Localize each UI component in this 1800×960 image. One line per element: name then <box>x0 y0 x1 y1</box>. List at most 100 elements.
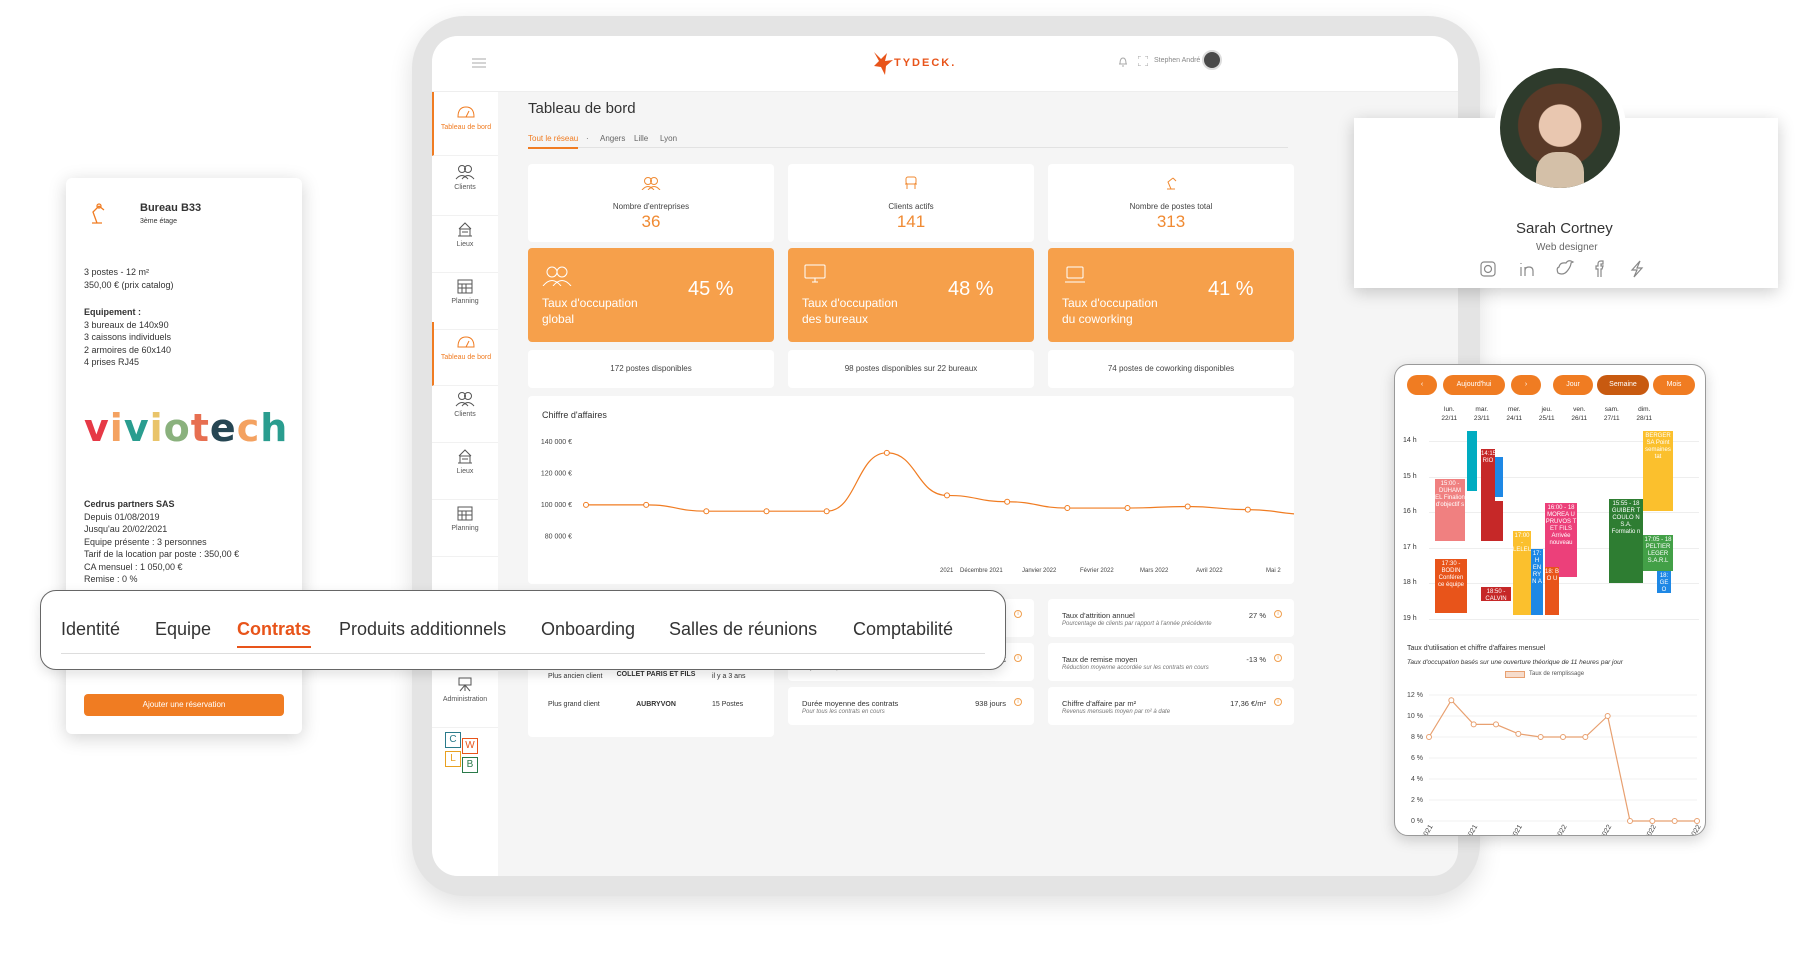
day-name: mer. <box>1507 406 1521 413</box>
sidebar-item-clients[interactable]: Clients <box>432 152 498 216</box>
tab-onboarding[interactable]: Onboarding <box>541 619 635 640</box>
tab-lyon[interactable]: Lyon <box>660 134 677 143</box>
metric-title: Taux de remise moyen <box>1062 655 1138 664</box>
available-seats-global: 172 postes disponibles <box>528 350 774 388</box>
sidebar-item-label: Administration <box>442 696 488 703</box>
stat-label: Clients actifs <box>888 202 934 211</box>
info-icon[interactable]: i <box>1274 610 1282 618</box>
occupancy-card-offices: Taux d'occupation des bureaux 48 % <box>788 248 1034 342</box>
usage-point <box>1448 697 1455 704</box>
bell-icon[interactable] <box>1118 56 1128 67</box>
sidebar-item-planning-2[interactable]: Planning <box>432 493 498 557</box>
tab-contrats[interactable]: Contrats <box>237 619 312 648</box>
sidebar: Tableau de bord Clients Lieux Planning Table… <box>432 92 498 876</box>
equipment-title: Equipement : <box>84 307 142 317</box>
info-extra: 15 Postes <box>712 701 744 708</box>
metric-title: Chiffre d'affaire par m² <box>1062 699 1137 708</box>
day-date: 28/11 <box>1636 415 1653 422</box>
occupancy-label-2: du coworking <box>1062 312 1133 326</box>
occupancy-value: 48 % <box>948 278 994 300</box>
occupancy-card-coworking: Taux d'occupation du coworking 41 % <box>1048 248 1294 342</box>
client-logo-text: viviotech <box>84 406 288 450</box>
usage-point <box>1627 818 1633 824</box>
sidebar-item-administration[interactable]: Administration <box>432 664 498 728</box>
calendar-event[interactable]: 18: B O U <box>1545 567 1559 615</box>
calendar-event[interactable]: 18:50 - CALVIN <box>1481 587 1511 601</box>
x-tick-label: 2022 <box>1599 824 1613 836</box>
day-date: 24/11 <box>1506 415 1523 422</box>
sidebar-item-places-2[interactable]: Lieux <box>432 436 498 500</box>
x-tick-label: 2022 <box>1689 824 1703 836</box>
tab-angers[interactable]: Angers <box>600 134 625 143</box>
monitor-icon <box>804 264 826 283</box>
sidebar-item-label: Tableau de bord <box>440 124 492 131</box>
day-name: mar. <box>1475 406 1489 413</box>
calendar-day-header: lun. 22/11 <box>1433 405 1466 423</box>
tab-identite[interactable]: Identité <box>61 619 120 640</box>
week-view-button[interactable]: Semaine <box>1597 375 1649 395</box>
calendar-event[interactable]: 17:00 - LELEU <box>1513 531 1531 615</box>
calendar-event[interactable] <box>1495 457 1503 497</box>
client-team: Equipe présente : 3 personnes <box>84 536 207 547</box>
metric-value: 17,36 €/m² <box>1230 699 1266 708</box>
calendar-event[interactable] <box>1467 431 1477 491</box>
social-icons <box>1480 260 1644 278</box>
calendar-event[interactable]: 17: H EN RY N A <box>1531 549 1543 615</box>
sidebar-item-dashboard-2[interactable]: Tableau de bord <box>432 322 498 386</box>
metric-title: Taux d'attrition annuel <box>1062 611 1135 620</box>
calendar-event[interactable]: 14:15 RIO <box>1481 449 1495 541</box>
next-week-button[interactable]: › <box>1511 375 1541 395</box>
calendar-event[interactable]: 16:00 - 18 MOREA U PRUVOS T ET FILS Arri… <box>1545 503 1577 577</box>
add-reservation-button[interactable]: Ajouter une réservation <box>84 694 284 716</box>
gauge-icon <box>457 336 475 348</box>
calendar-event[interactable]: 17:05 - 18 PELTIER LEGER S.A.R.L <box>1643 535 1673 571</box>
calendar-event[interactable]: 17:30 - BODIN Conféren ce équipe <box>1435 559 1467 613</box>
usage-chart-title: Taux d'utilisation et chiffre d'affaires… <box>1407 645 1546 652</box>
financial-metrics: Taux d'attrition annuel Pourcentage de cl… <box>1048 599 1294 737</box>
month-view-button[interactable]: Mois <box>1653 375 1695 395</box>
users-icon <box>455 392 475 407</box>
y-tick-label: 12 % <box>1407 692 1423 699</box>
occupancy-label: Taux d'occupation <box>802 296 898 310</box>
tab-separator: · <box>586 134 589 143</box>
info-icon[interactable]: i <box>1014 698 1022 706</box>
info-value: COLLET PARIS ET FILS <box>616 671 696 678</box>
tab-comptabilite[interactable]: Comptabilité <box>853 619 953 640</box>
stat-card-companies: Nombre d'entreprises 36 <box>528 164 774 242</box>
day-view-button[interactable]: Jour <box>1553 375 1593 395</box>
client-since: Depuis 01/08/2019 <box>84 511 160 522</box>
user-avatar[interactable] <box>1202 50 1222 70</box>
fullscreen-icon[interactable] <box>1138 56 1148 66</box>
revenue-point <box>703 508 710 515</box>
sidebar-item-dashboard[interactable]: Tableau de bord <box>432 92 498 156</box>
info-icon[interactable]: i <box>1014 654 1022 662</box>
prev-week-button[interactable]: ‹ <box>1407 375 1437 395</box>
info-icon[interactable]: i <box>1014 610 1022 618</box>
calendar-event[interactable]: 18: GE O <box>1657 571 1671 593</box>
info-icon[interactable]: i <box>1274 654 1282 662</box>
tab-all-network[interactable]: Tout le réseau <box>528 134 579 149</box>
location-tabs: Tout le réseau · Angers Lille Lyon <box>528 134 1288 149</box>
gauge-icon <box>457 106 475 118</box>
usage-point <box>1560 734 1566 740</box>
financial-metric-card: Taux de remise moyen Réduction moyenne ac… <box>1048 643 1294 681</box>
x-tick-label: Janvier 2022 <box>1022 568 1057 574</box>
sidebar-item-places[interactable]: Lieux <box>432 209 498 273</box>
building-icon <box>458 449 472 464</box>
tab-equipe[interactable]: Equipe <box>155 619 211 640</box>
tab-produits-additionnels[interactable]: Produits additionnels <box>339 619 506 640</box>
calendar-event[interactable]: 15:00 - DUHAM EL Finalion d'objectif s <box>1435 479 1465 541</box>
user-name[interactable]: Stephen André <box>1154 57 1200 64</box>
calendar-event[interactable]: BERGER SA Point semaines tat <box>1643 431 1673 511</box>
menu-icon[interactable] <box>472 58 486 68</box>
usage-point <box>1537 734 1544 740</box>
tab-lille[interactable]: Lille <box>634 134 648 143</box>
sidebar-item-planning[interactable]: Planning <box>432 266 498 330</box>
tab-salles-reunions[interactable]: Salles de réunions <box>669 619 817 640</box>
calendar-event[interactable] <box>1495 501 1503 541</box>
today-button[interactable]: Aujourd'hui <box>1443 375 1505 395</box>
contract-tabs-bar: Identité Equipe Contrats Produits additi… <box>40 590 1006 670</box>
calendar-event[interactable]: 15:55 - 18 GUIBER T COULO N S.A. Formati… <box>1609 499 1643 583</box>
info-icon[interactable]: i <box>1274 698 1282 706</box>
sidebar-item-clients-2[interactable]: Clients <box>432 379 498 443</box>
